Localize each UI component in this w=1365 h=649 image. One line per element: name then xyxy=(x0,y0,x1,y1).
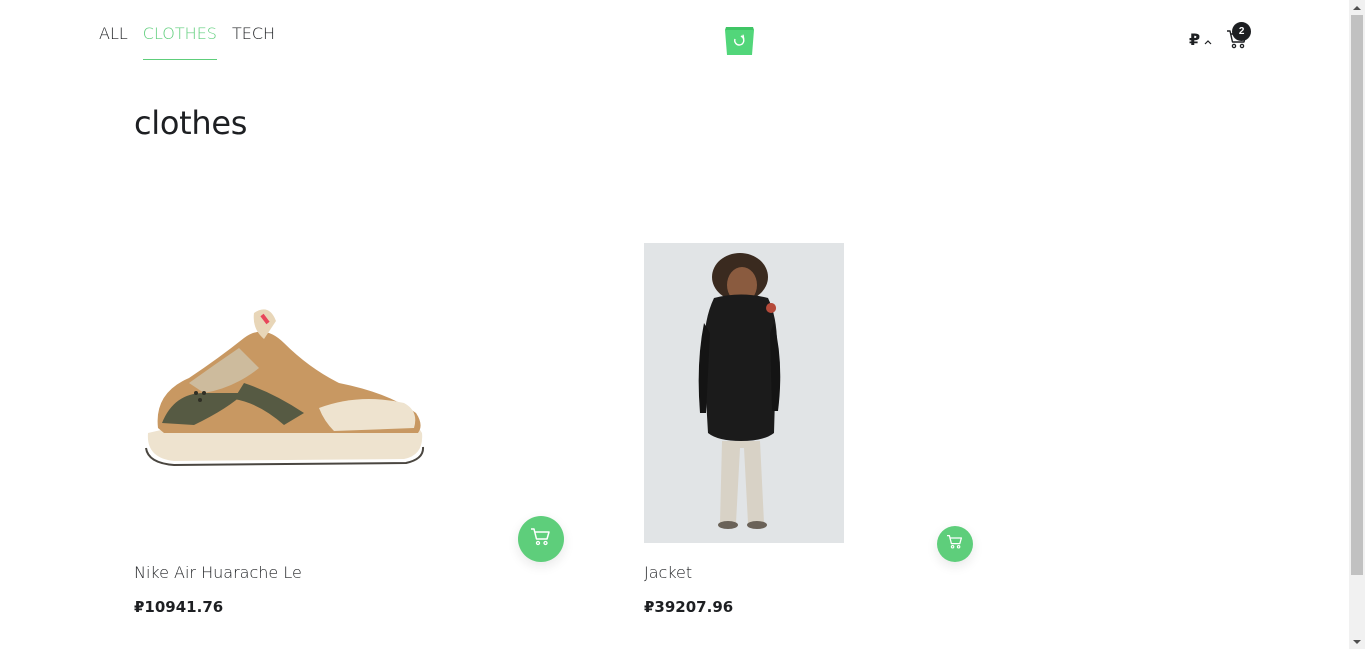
cart-icon xyxy=(530,527,552,551)
sneaker-image[interactable] xyxy=(134,243,434,543)
category-nav: ALL CLOTHES TECH xyxy=(99,24,275,60)
jacket-model-image[interactable] xyxy=(644,243,844,543)
product-card[interactable]: Jacket ₽39207.96 xyxy=(644,243,1044,649)
tab-tech[interactable]: TECH xyxy=(232,24,275,60)
category-title: clothes xyxy=(134,104,248,142)
cart-button[interactable]: 2 xyxy=(1226,22,1252,50)
scroll-up-arrow-icon[interactable] xyxy=(1349,0,1365,15)
add-to-cart-button[interactable] xyxy=(518,516,564,562)
product-name[interactable]: Jacket xyxy=(644,563,692,582)
header-actions: ₽ 2 xyxy=(1189,22,1252,50)
product-price: ₽39207.96 xyxy=(644,598,734,616)
cart-count-badge: 2 xyxy=(1232,22,1252,41)
chevron-up-icon xyxy=(1204,30,1212,49)
scroll-down-arrow-icon[interactable] xyxy=(1349,634,1365,649)
cart-icon xyxy=(946,534,964,554)
currency-switcher[interactable]: ₽ xyxy=(1189,30,1212,49)
tab-all[interactable]: ALL xyxy=(99,24,128,60)
currency-symbol: ₽ xyxy=(1189,29,1201,49)
vertical-scrollbar[interactable] xyxy=(1349,0,1365,649)
tab-clothes[interactable]: CLOTHES xyxy=(142,24,217,60)
scrollbar-thumb[interactable] xyxy=(1351,15,1363,575)
product-card[interactable]: Nike Air Huarache Le ₽10941.76 xyxy=(134,243,564,649)
shopping-bag-logo-icon[interactable] xyxy=(723,24,756,56)
add-to-cart-button[interactable] xyxy=(937,526,973,562)
product-price: ₽10941.76 xyxy=(134,598,224,616)
product-name[interactable]: Nike Air Huarache Le xyxy=(134,563,302,582)
